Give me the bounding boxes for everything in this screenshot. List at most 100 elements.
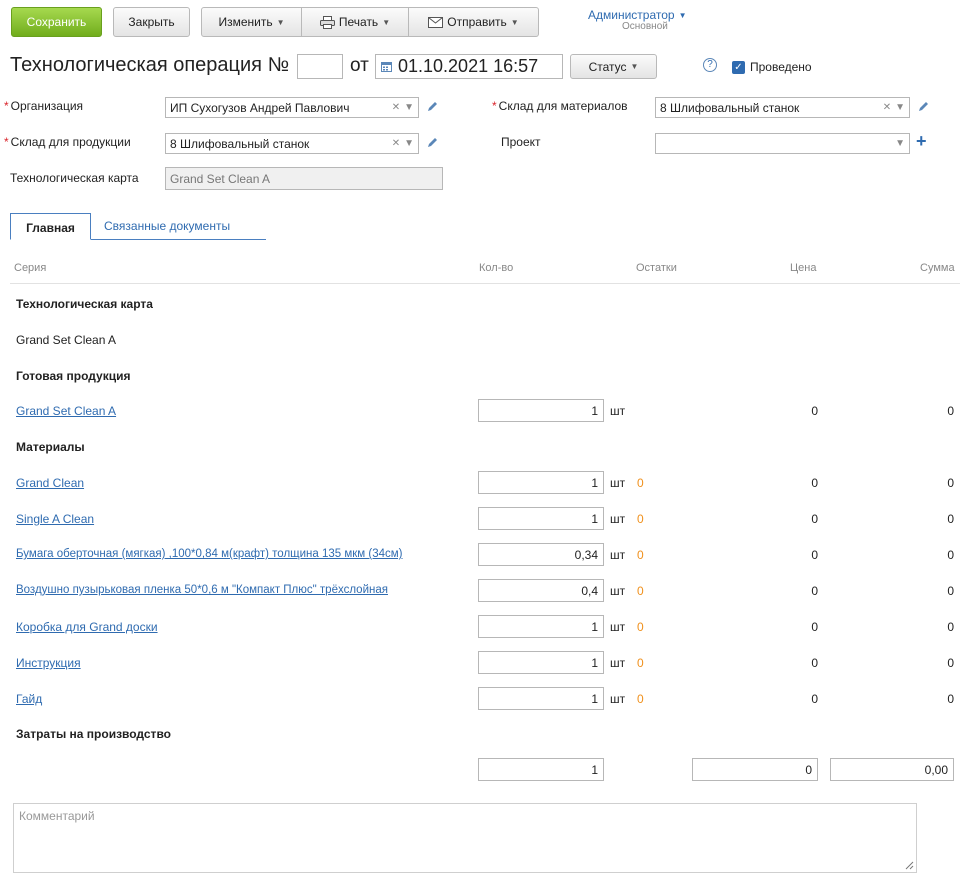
close-button-label: Закрыть [128, 15, 175, 29]
date-from-label: от [350, 55, 369, 76]
chevron-down-icon: ▼ [382, 17, 391, 27]
edit-pencil-icon[interactable] [425, 136, 439, 150]
material-price: 0 [811, 692, 818, 706]
mat-warehouse-select[interactable]: 8 Шлифовальный станок ✕ ▼ [655, 97, 910, 118]
clear-icon[interactable]: ✕ [392, 138, 400, 149]
mat-wh-value: 8 Шлифовальный станок [660, 100, 800, 115]
material-price: 0 [811, 512, 818, 526]
material-link[interactable]: Коробка для Grand доски [16, 620, 158, 634]
product-unit: шт [610, 404, 626, 418]
material-qty-input[interactable]: 1 [478, 687, 604, 710]
chevron-down-icon[interactable]: ▼ [404, 138, 414, 149]
product-qty-input[interactable]: 1 [478, 399, 604, 422]
required-marker: * [4, 99, 9, 113]
send-button-label: Отправить [447, 15, 507, 29]
print-menu-button[interactable]: Печать ▼ [301, 7, 409, 37]
project-select[interactable]: ▼ [655, 133, 910, 154]
prod-warehouse-select[interactable]: 8 Шлифовальный станок ✕ ▼ [165, 133, 419, 154]
material-link[interactable]: Grand Clean [16, 476, 84, 490]
tab-related-docs[interactable]: Связанные документы [104, 219, 230, 233]
comment-textarea[interactable]: Комментарий [13, 803, 917, 873]
product-link[interactable]: Grand Set Clean A [16, 404, 116, 418]
costs-price-input[interactable]: 0 [692, 758, 818, 781]
material-sum: 0 [947, 476, 954, 490]
material-sum: 0 [947, 620, 954, 634]
material-unit: шт [610, 512, 626, 526]
posted-label: Проведено [750, 60, 812, 74]
material-remains: 0 [637, 548, 644, 562]
chevron-down-icon[interactable]: ▼ [895, 138, 905, 149]
prod-wh-value: 8 Шлифовальный станок [170, 136, 310, 151]
material-price: 0 [811, 620, 818, 634]
close-button[interactable]: Закрыть [113, 7, 190, 37]
org-label-text: Организация [10, 99, 84, 113]
clear-icon[interactable]: ✕ [392, 102, 400, 113]
costs-qty-input[interactable]: 1 [478, 758, 604, 781]
material-qty-input[interactable]: 1 [478, 507, 604, 530]
project-label: Проект [501, 135, 541, 149]
chevron-down-icon: ▼ [678, 10, 687, 20]
chevron-down-icon: ▼ [510, 17, 519, 27]
save-button-label: Сохранить [26, 15, 87, 29]
edit-button-label: Изменить [218, 15, 273, 29]
material-price: 0 [811, 584, 818, 598]
tech-card-field: Grand Set Clean A [165, 167, 443, 190]
material-link[interactable]: Бумага оберточная (мягкая) ,100*0,84 м(к… [16, 548, 403, 560]
org-select[interactable]: ИП Сухогузов Андрей Павлович ✕ ▼ [165, 97, 419, 118]
material-link[interactable]: Single A Clean [16, 512, 94, 526]
comment-placeholder: Комментарий [19, 809, 95, 823]
material-remains: 0 [637, 512, 644, 526]
tab-main-label: Главная [26, 221, 75, 235]
user-name: Администратор [588, 8, 675, 22]
date-input[interactable]: 01.10.2021 16:57 [375, 54, 563, 79]
column-header-qty: Кол-во [479, 262, 514, 274]
column-header-series: Серия [14, 262, 47, 274]
material-link[interactable]: Инструкция [16, 656, 81, 670]
material-qty-input[interactable]: 1 [478, 615, 604, 638]
calendar-icon [381, 62, 392, 72]
material-sum: 0 [947, 548, 954, 562]
doc-number-input[interactable] [297, 54, 343, 79]
help-icon[interactable]: ? [703, 58, 717, 72]
tech-card-name: Grand Set Clean A [16, 333, 117, 347]
page-title: Технологическая операция № [10, 54, 290, 76]
tab-main[interactable]: Главная [10, 213, 91, 240]
material-sum: 0 [947, 512, 954, 526]
material-qty-input[interactable]: 1 [478, 651, 604, 674]
material-link[interactable]: Воздушно пузырьковая пленка 50*0,6 м "Ко… [16, 584, 388, 596]
posted-checkbox[interactable]: ✓ [732, 61, 745, 74]
material-qty-input[interactable]: 1 [478, 471, 604, 494]
clear-icon[interactable]: ✕ [883, 102, 891, 113]
edit-pencil-icon[interactable] [425, 100, 439, 114]
user-menu[interactable]: Администратор ▼ Основной [588, 8, 708, 32]
user-role: Основной [622, 21, 668, 32]
material-qty-input[interactable]: 0,4 [478, 579, 604, 602]
send-menu-button[interactable]: Отправить ▼ [408, 7, 539, 37]
column-header-price: Цена [790, 262, 817, 274]
material-price: 0 [811, 656, 818, 670]
material-qty-input[interactable]: 0,34 [478, 543, 604, 566]
header-divider [10, 283, 960, 284]
product-price: 0 [811, 404, 818, 418]
material-price: 0 [811, 476, 818, 490]
status-button-label: Статус [588, 59, 627, 74]
save-button[interactable]: Сохранить [11, 7, 102, 37]
section-products: Готовая продукция [16, 369, 131, 383]
section-materials: Материалы [16, 440, 85, 454]
section-tech-card: Технологическая карта [16, 297, 153, 311]
status-button[interactable]: Статус ▼ [570, 54, 657, 79]
material-unit: шт [610, 548, 626, 562]
envelope-icon [428, 16, 444, 28]
edit-menu-button[interactable]: Изменить ▼ [201, 7, 302, 37]
costs-sum-input[interactable]: 0,00 [830, 758, 954, 781]
chevron-down-icon[interactable]: ▼ [404, 102, 414, 113]
resize-handle-icon[interactable] [904, 860, 914, 870]
org-label: * Организация [4, 99, 83, 113]
add-project-icon[interactable]: + [916, 131, 927, 152]
edit-pencil-icon[interactable] [916, 100, 930, 114]
material-remains: 0 [637, 476, 644, 490]
material-link[interactable]: Гайд [16, 692, 42, 706]
material-unit: шт [610, 656, 626, 670]
chevron-down-icon[interactable]: ▼ [895, 102, 905, 113]
chevron-down-icon: ▼ [630, 62, 639, 71]
